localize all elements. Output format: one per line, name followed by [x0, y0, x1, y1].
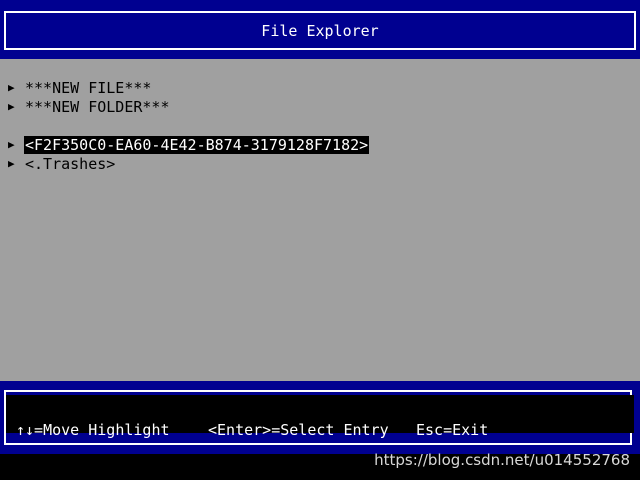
list-item-new-file[interactable]: ▶ ***NEW FILE***: [8, 79, 152, 97]
list-item-new-folder[interactable]: ▶ ***NEW FOLDER***: [8, 98, 171, 116]
footer-bar: ↑↓=Move Highlight <Enter>=Select Entry E…: [0, 381, 640, 454]
uefi-file-explorer-screen: File Explorer ▶ ***NEW FILE*** ▶ ***NEW FO…: [0, 0, 640, 480]
page-title: File Explorer: [261, 22, 379, 40]
entry-label: <.Trashes>: [25, 155, 116, 173]
hint-select-entry: <Enter>=Select Entry: [208, 421, 389, 439]
entry-label: <F2F350C0-EA60-4E42-B874-3179128F7182>: [24, 136, 370, 154]
hint-move-highlight: ↑↓=Move Highlight: [16, 421, 170, 439]
header-frame: File Explorer: [4, 11, 636, 50]
triangle-right-icon: ▶: [8, 100, 15, 113]
entry-label: ***NEW FILE***: [25, 79, 152, 97]
entry-label: ***NEW FOLDER***: [25, 98, 170, 116]
header-bar: File Explorer: [0, 0, 640, 59]
list-item-volume-guid[interactable]: ▶ <F2F350C0-EA60-4E42-B874-3179128F7182>: [8, 136, 370, 154]
watermark-text: https://blog.csdn.net/u014552768: [374, 451, 630, 469]
hint-exit: Esc=Exit: [416, 421, 489, 439]
triangle-right-icon: ▶: [8, 138, 15, 151]
file-list: ▶ ***NEW FILE*** ▶ ***NEW FOLDER*** ▶ <F2F3…: [0, 59, 640, 381]
triangle-right-icon: ▶: [8, 81, 15, 94]
triangle-right-icon: ▶: [8, 157, 15, 170]
list-item-trashes[interactable]: ▶ <.Trashes>: [8, 155, 116, 173]
